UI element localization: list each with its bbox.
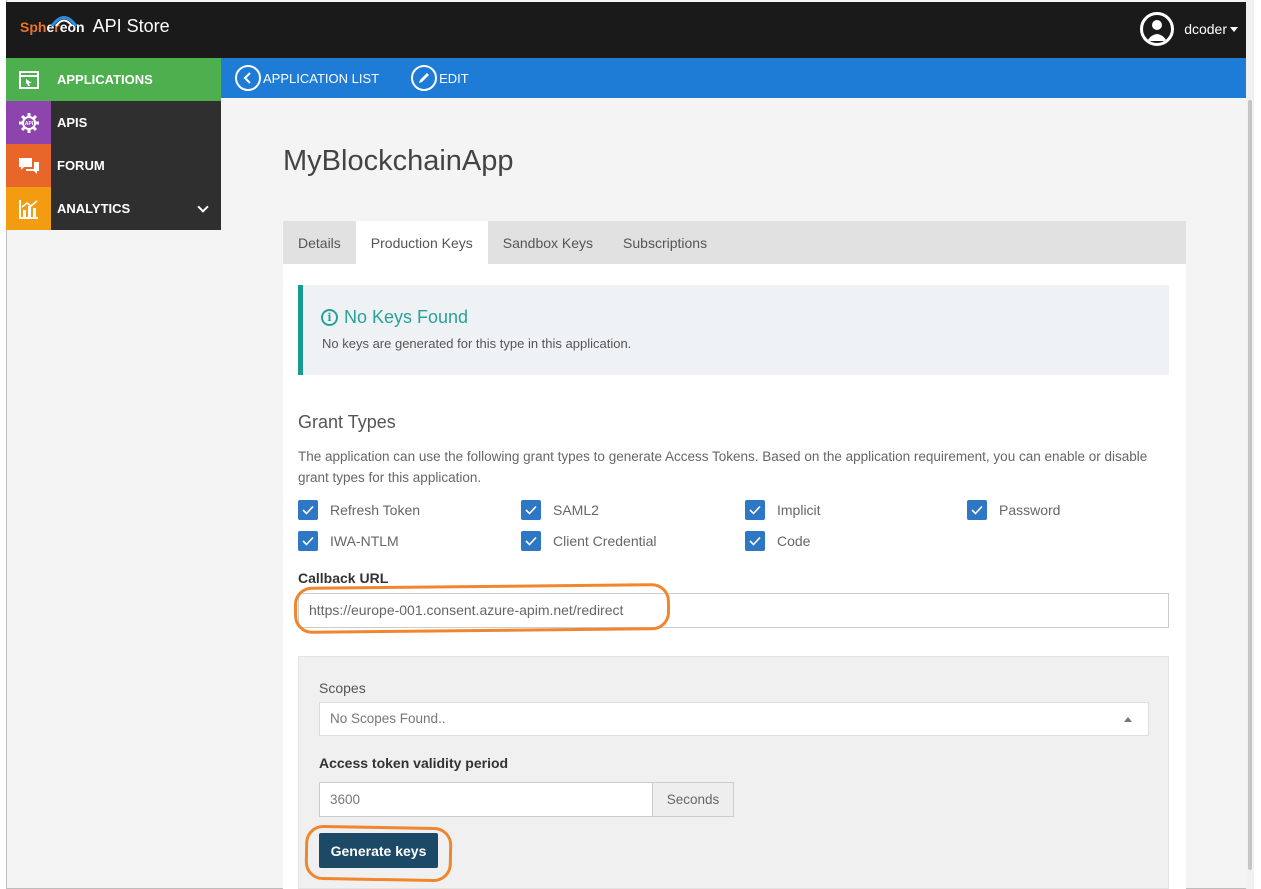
scopes-label: Scopes — [319, 680, 366, 696]
page-title: MyBlockchainApp — [283, 145, 514, 177]
alert-title: i No Keys Found — [321, 307, 468, 328]
checkbox-label: Code — [777, 533, 811, 549]
tab-sandbox-keys[interactable]: Sandbox Keys — [488, 221, 608, 264]
checkmark-icon — [298, 531, 318, 551]
callback-url-label: Callback URL — [298, 570, 389, 586]
checkbox-refresh-token[interactable]: Refresh Token — [298, 500, 420, 520]
user-avatar-icon — [1140, 12, 1175, 46]
checkmark-icon — [298, 500, 318, 520]
app-title: API Store — [92, 16, 170, 36]
tab-subscriptions[interactable]: Subscriptions — [608, 221, 722, 264]
sidebar-item-label: APPLICATIONS — [57, 72, 153, 87]
checkbox-label: IWA-NTLM — [330, 533, 399, 549]
checkbox-label: Refresh Token — [330, 502, 421, 518]
alert-text: No keys are generated for this type in t… — [322, 336, 632, 351]
checkbox-saml2[interactable]: SAML2 — [521, 500, 599, 520]
caret-up-icon — [1124, 717, 1132, 722]
checkbox-password[interactable]: Password — [967, 500, 1060, 520]
checkbox-implicit[interactable]: Implicit — [745, 500, 821, 520]
action-bar: APPLICATION LIST EDIT — [221, 58, 1246, 98]
alert-title-text: No Keys Found — [344, 307, 469, 327]
checkbox-code[interactable]: Code — [745, 531, 810, 551]
username: dcoder — [1184, 21, 1227, 37]
user-menu[interactable]: dcoder — [1140, 12, 1238, 46]
tab-bar: Details Production Keys Sandbox Keys Sub… — [283, 221, 1186, 264]
checkmark-icon — [521, 500, 541, 520]
checkbox-label: SAML2 — [553, 502, 599, 518]
brand-logo: Sphereon — [20, 15, 85, 35]
token-validity-label: Access token validity period — [319, 755, 509, 771]
chat-bubbles-icon — [6, 144, 51, 187]
chevron-left-icon — [235, 65, 261, 91]
checkbox-label: Client Credential — [553, 533, 657, 549]
caret-down-icon — [1230, 26, 1238, 32]
checkmark-icon — [521, 531, 541, 551]
sidebar: APPLICATIONS API APIS FORUM ANALYTICS — [6, 58, 221, 230]
pencil-icon — [411, 65, 438, 91]
scrollbar-thumb[interactable] — [1248, 100, 1252, 870]
chevron-down-icon[interactable] — [197, 201, 209, 213]
brand[interactable]: Sphereon API Store — [20, 15, 170, 37]
scopes-select[interactable]: No Scopes Found.. — [319, 702, 1149, 736]
tab-production-keys[interactable]: Production Keys — [355, 221, 488, 264]
generate-keys-highlight — [304, 824, 453, 883]
checkmark-icon — [745, 500, 765, 520]
api-gear-icon: API — [6, 101, 51, 144]
grant-types-description: The application can use the following gr… — [298, 449, 1148, 485]
bar-chart-icon — [6, 187, 51, 230]
no-keys-alert: i No Keys Found No keys are generated fo… — [298, 285, 1169, 375]
callback-url-highlight — [293, 583, 671, 634]
application-list-label: APPLICATION LIST — [263, 70, 380, 86]
window-icon — [6, 58, 51, 101]
sidebar-item-applications[interactable]: APPLICATIONS — [6, 58, 221, 101]
checkbox-label: Password — [999, 502, 1061, 518]
sidebar-item-label: ANALYTICS — [57, 201, 131, 216]
sidebar-item-analytics[interactable]: ANALYTICS — [6, 187, 221, 230]
production-keys-panel: i No Keys Found No keys are generated fo… — [283, 264, 1186, 889]
checkmark-icon — [745, 531, 765, 551]
checkbox-label: Implicit — [777, 502, 821, 518]
checkbox-client-credential[interactable]: Client Credential — [521, 531, 657, 551]
token-validity-input[interactable]: 3600 — [319, 782, 653, 817]
edit-label: EDIT — [439, 70, 469, 86]
checkbox-iwa-ntlm[interactable]: IWA-NTLM — [298, 531, 399, 551]
token-validity-unit: Seconds — [652, 782, 734, 817]
edit-link[interactable]: EDIT — [411, 65, 469, 91]
grant-types-heading: Grant Types — [298, 412, 396, 432]
info-icon: i — [321, 309, 338, 326]
sidebar-item-apis[interactable]: API APIS — [6, 101, 221, 144]
svg-text:API: API — [24, 121, 33, 127]
checkmark-icon — [967, 500, 987, 520]
sidebar-item-label: APIS — [57, 115, 88, 130]
sidebar-item-label: FORUM — [57, 158, 105, 173]
tab-details[interactable]: Details — [283, 221, 356, 264]
sidebar-item-forum[interactable]: FORUM — [6, 144, 221, 187]
top-bar: Sphereon API Store dcoder — [6, 2, 1246, 58]
application-list-link[interactable]: APPLICATION LIST — [235, 65, 379, 91]
scopes-value: No Scopes Found.. — [330, 711, 446, 726]
